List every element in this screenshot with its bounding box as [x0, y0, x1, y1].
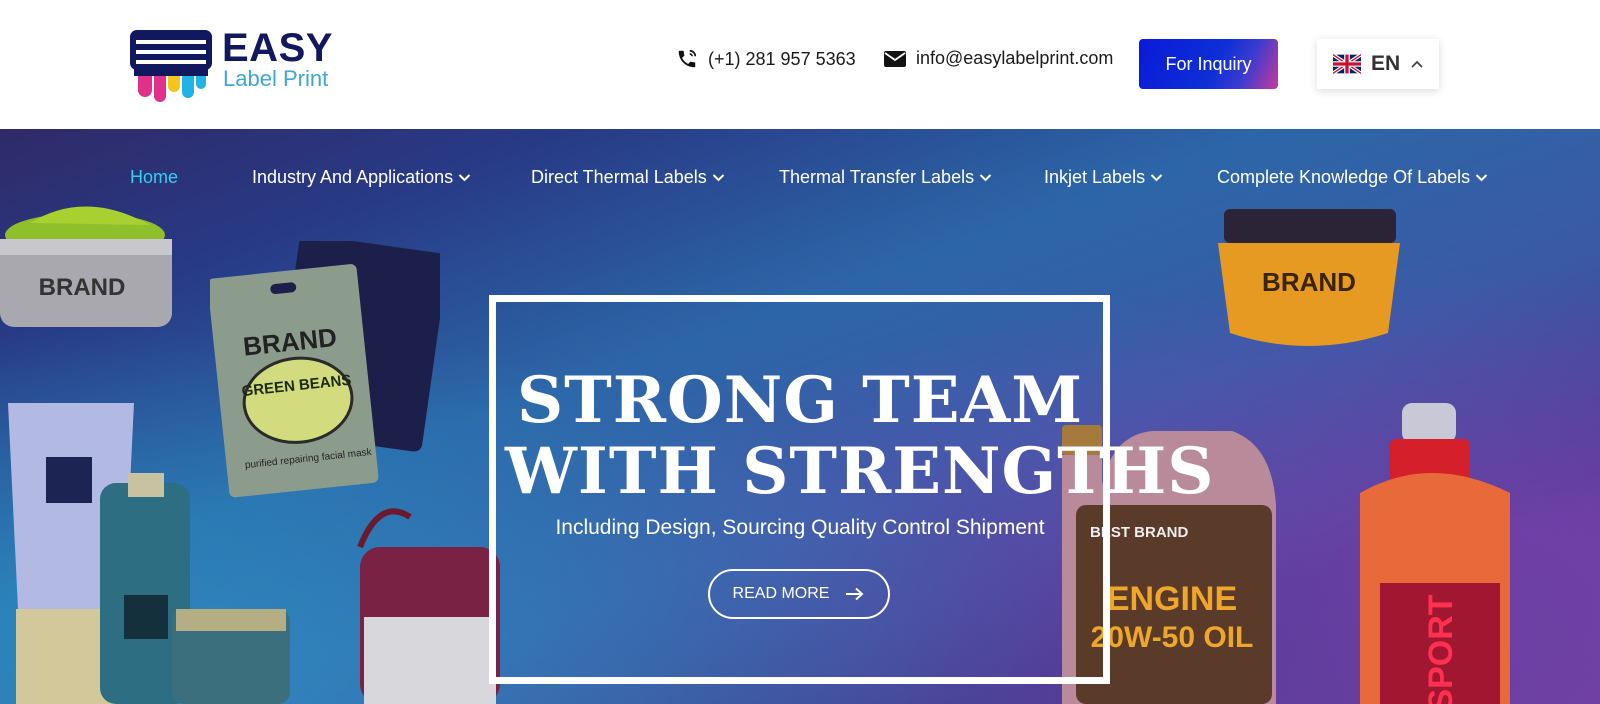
drink-label: SPORT: [1422, 594, 1460, 704]
nav-direct-thermal-labels[interactable]: Direct Thermal Labels: [531, 167, 725, 188]
chevron-down-icon: [979, 174, 992, 182]
nav-label: Industry And Applications: [252, 167, 454, 187]
hero-title-line1: STRONG TEAM: [516, 363, 1084, 438]
chevron-down-icon: [458, 174, 471, 182]
right-jar-brand: BRAND: [1262, 267, 1356, 297]
phone-number: (+1) 281 957 5363: [708, 48, 856, 69]
email-contact[interactable]: info@easylabelprint.com: [884, 48, 1113, 69]
envelope-icon: [884, 50, 906, 67]
phone-icon: [678, 49, 697, 68]
cosmetic-bottles-image: [8, 403, 290, 704]
site-header: EASY Label Print (+1) 281 957 5363 info@…: [0, 0, 1600, 129]
hero-subtitle: Including Design, Sourcing Quality Contr…: [555, 516, 1045, 539]
brand-name: EASY: [222, 26, 333, 70]
uk-flag-icon: [1333, 54, 1361, 74]
read-more-button[interactable]: READ MORE: [708, 569, 890, 619]
language-code: EN: [1371, 52, 1401, 75]
arrow-right-icon: [846, 587, 864, 601]
left-jar-brand: BRAND: [39, 274, 126, 301]
main-nav: Home Industry And Applications Direct Th…: [0, 167, 1600, 197]
inquiry-button[interactable]: For Inquiry: [1139, 39, 1278, 89]
chevron-down-icon: [1150, 174, 1163, 182]
chevron-down-icon: [712, 174, 724, 182]
read-more-label: READ MORE: [732, 585, 830, 602]
oil-grade: 20W-50 OIL: [1091, 621, 1254, 654]
nav-industry-and-applications[interactable]: Industry And Applications: [252, 167, 471, 188]
cream-jar-green-image: BRAND: [0, 206, 172, 327]
oil-title: ENGINE: [1107, 580, 1237, 618]
nav-thermal-transfer-labels[interactable]: Thermal Transfer Labels: [779, 167, 992, 188]
brand-tagline: Label Print: [223, 66, 329, 91]
nav-label: Thermal Transfer Labels: [779, 167, 975, 187]
nav-label: Complete Knowledge Of Labels: [1217, 167, 1471, 187]
sport-drink-bottle-image: SPORT: [1360, 403, 1510, 704]
brand-logo[interactable]: EASY Label Print: [130, 26, 335, 102]
email-address: info@easylabelprint.com: [916, 48, 1114, 68]
language-selector[interactable]: EN: [1317, 39, 1439, 89]
hero-banner: BRAND BRAND GREEN BEANS purified repairi…: [0, 129, 1600, 704]
nav-label: Home: [130, 167, 179, 187]
cream-jar-orange-image: BRAND: [1218, 209, 1400, 346]
nav-home[interactable]: Home: [130, 167, 178, 188]
nav-label: Direct Thermal Labels: [531, 167, 707, 187]
phone-contact[interactable]: (+1) 281 957 5363: [676, 48, 856, 70]
chevron-down-icon: [1475, 174, 1488, 182]
chevron-up-icon: [1411, 60, 1423, 68]
nav-complete-knowledge-of-labels[interactable]: Complete Knowledge Of Labels: [1217, 167, 1488, 188]
blood-bag-image: [357, 508, 500, 704]
nav-inkjet-labels[interactable]: Inkjet Labels: [1044, 167, 1163, 188]
hero-title-line2: WITH STRENGTHS: [505, 434, 1215, 509]
nav-label: Inkjet Labels: [1044, 167, 1146, 187]
printer-logo-icon: [130, 30, 212, 102]
